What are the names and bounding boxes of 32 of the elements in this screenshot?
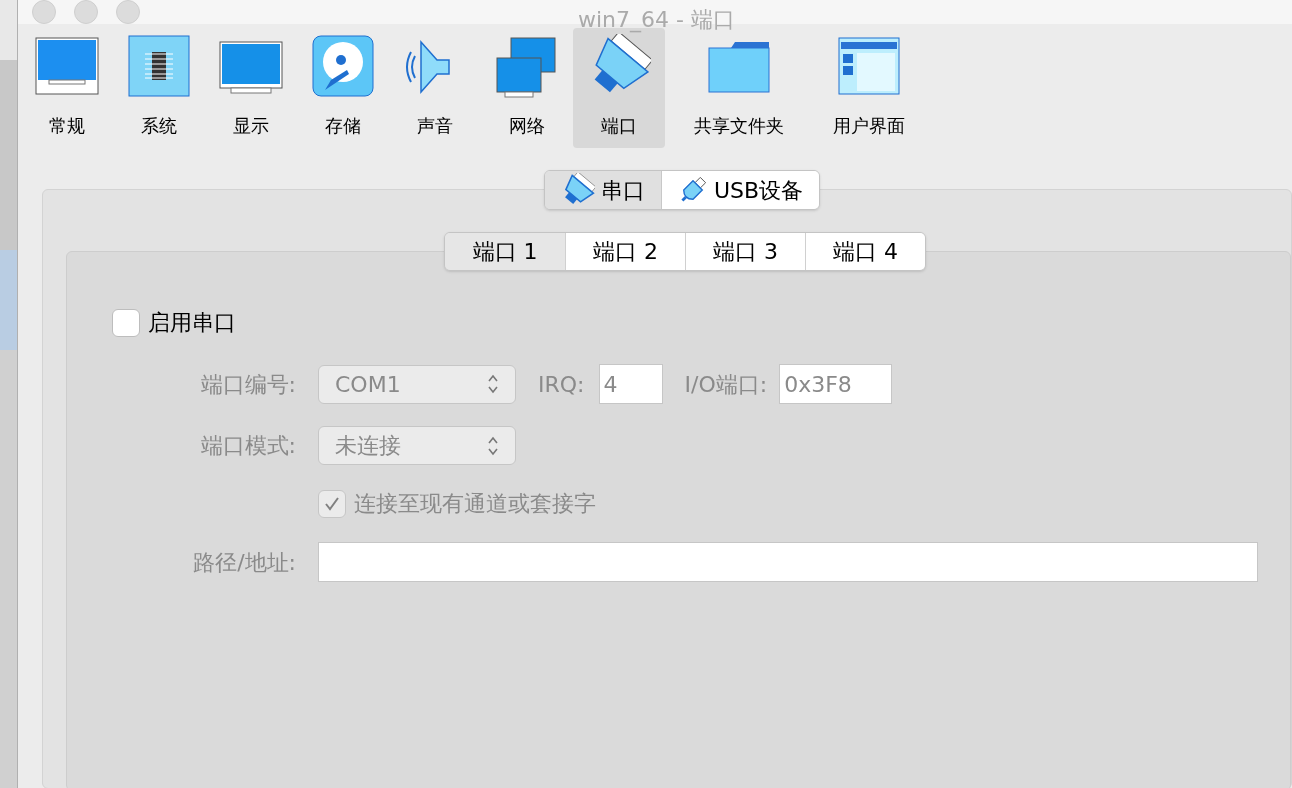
window-layout-icon <box>837 34 901 98</box>
checkmark-icon <box>324 495 340 512</box>
toolbar-tab[interactable]: 端口 <box>573 28 665 148</box>
port-tab[interactable]: 端口 4 <box>805 233 925 270</box>
field-label: 端口模式: <box>199 432 296 460</box>
field-label: IRQ: <box>538 370 585 399</box>
network-screens-icon <box>495 34 559 98</box>
toolbar-tab[interactable]: 声音 <box>389 28 481 148</box>
port-tab[interactable]: 端口 3 <box>685 233 805 270</box>
port-tab[interactable]: 端口 2 <box>565 233 685 270</box>
section-tab[interactable]: USB设备 <box>660 171 820 209</box>
toolbar-tab[interactable]: 系统 <box>113 28 205 148</box>
port-tab[interactable]: 端口 1 <box>445 233 565 270</box>
up-down-chevron-icon <box>487 373 499 395</box>
toolbar-tab[interactable]: 存储 <box>297 28 389 148</box>
toolbar-tab[interactable]: 网络 <box>481 28 573 148</box>
toolbar-tab[interactable]: 显示 <box>205 28 297 148</box>
checkbox-label: 启用串口 <box>148 309 236 337</box>
window-control-button[interactable] <box>116 0 140 24</box>
field-label: 端口编号: <box>199 370 296 399</box>
window-control-button[interactable] <box>32 0 56 24</box>
checkbox[interactable] <box>112 308 140 337</box>
up-down-chevron-icon <box>487 434 499 457</box>
checkbox-label: 连接至现有通道或套接字 <box>354 490 596 518</box>
toolbar-tab[interactable]: 常规 <box>21 28 113 148</box>
chip-icon <box>127 34 191 98</box>
toolbar-tab[interactable]: 用户界面 <box>813 28 925 148</box>
monitor-icon <box>35 34 99 98</box>
field-label: I/O端口: <box>684 370 768 399</box>
window-control-button[interactable] <box>74 0 98 24</box>
section-tab[interactable]: 串口 <box>544 171 661 209</box>
field-label: 路径/地址: <box>192 548 296 577</box>
